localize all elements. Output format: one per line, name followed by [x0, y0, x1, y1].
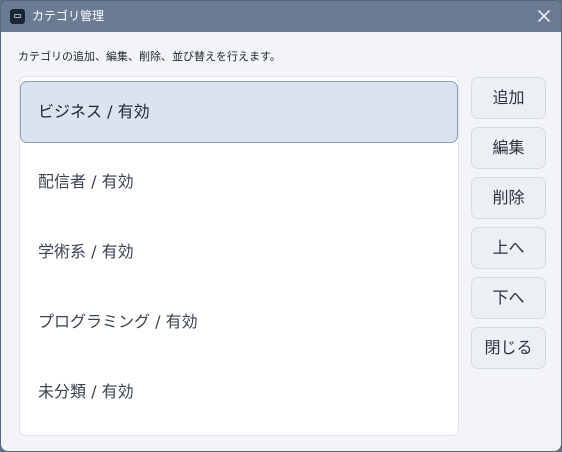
- category-item-uncategorized[interactable]: 未分類 / 有効: [20, 361, 458, 423]
- window-title: カテゴリ管理: [32, 9, 105, 23]
- close-button[interactable]: 閉じる: [471, 327, 546, 369]
- move-up-button[interactable]: 上へ: [471, 227, 546, 269]
- delete-button[interactable]: 削除: [471, 177, 546, 219]
- title-bar[interactable]: カテゴリ管理: [1, 1, 561, 32]
- app-icon: [10, 9, 25, 24]
- move-down-button[interactable]: 下へ: [471, 277, 546, 319]
- category-list[interactable]: ビジネス / 有効 配信者 / 有効 学術系 / 有効 プログラミング / 有効…: [19, 76, 459, 436]
- category-item-programming[interactable]: プログラミング / 有効: [20, 291, 458, 353]
- close-icon: [538, 10, 550, 22]
- dialog-description: カテゴリの追加、編集、削除、並び替えを行えます。: [18, 50, 281, 63]
- category-item-academic[interactable]: 学術系 / 有効: [20, 221, 458, 283]
- category-item-business[interactable]: ビジネス / 有効: [20, 81, 458, 143]
- edit-button[interactable]: 編集: [471, 127, 546, 169]
- category-item-streamer[interactable]: 配信者 / 有効: [20, 151, 458, 213]
- add-button[interactable]: 追加: [471, 77, 546, 119]
- close-window-button[interactable]: [531, 3, 557, 29]
- category-dialog: カテゴリ管理 カテゴリの追加、編集、削除、並び替えを行えます。 ビジネス / 有…: [0, 0, 562, 452]
